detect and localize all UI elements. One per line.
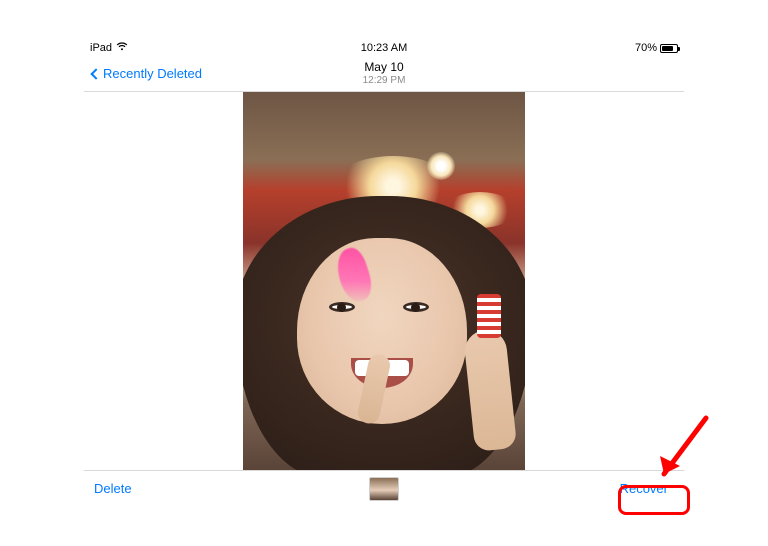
status-right: 70% — [635, 42, 678, 54]
nav-bar: Recently Deleted May 10 12:29 PM — [84, 56, 684, 92]
wifi-icon — [116, 42, 128, 54]
photo-thumbnail[interactable] — [369, 477, 399, 501]
battery-percent: 70% — [635, 42, 657, 54]
photo-date: May 10 — [363, 61, 406, 75]
status-bar: iPad 10:23 AM 70% — [84, 40, 684, 56]
recover-button[interactable]: Recover — [614, 478, 674, 499]
back-label: Recently Deleted — [103, 66, 202, 81]
battery-icon — [660, 44, 678, 53]
chevron-left-icon — [90, 68, 101, 79]
photo-time: 12:29 PM — [363, 75, 406, 87]
ipad-screen: iPad 10:23 AM 70% Recently Deleted May 1… — [84, 40, 684, 506]
photo-viewer[interactable] — [84, 92, 684, 470]
deleted-photo — [243, 92, 525, 470]
bottom-toolbar: Delete Recover — [84, 470, 684, 506]
status-time: 10:23 AM — [361, 42, 407, 54]
delete-button[interactable]: Delete — [94, 481, 132, 496]
device-label: iPad — [90, 42, 112, 54]
status-left: iPad — [90, 42, 128, 54]
nav-title-group: May 10 12:29 PM — [363, 61, 406, 86]
back-button[interactable]: Recently Deleted — [92, 66, 202, 81]
